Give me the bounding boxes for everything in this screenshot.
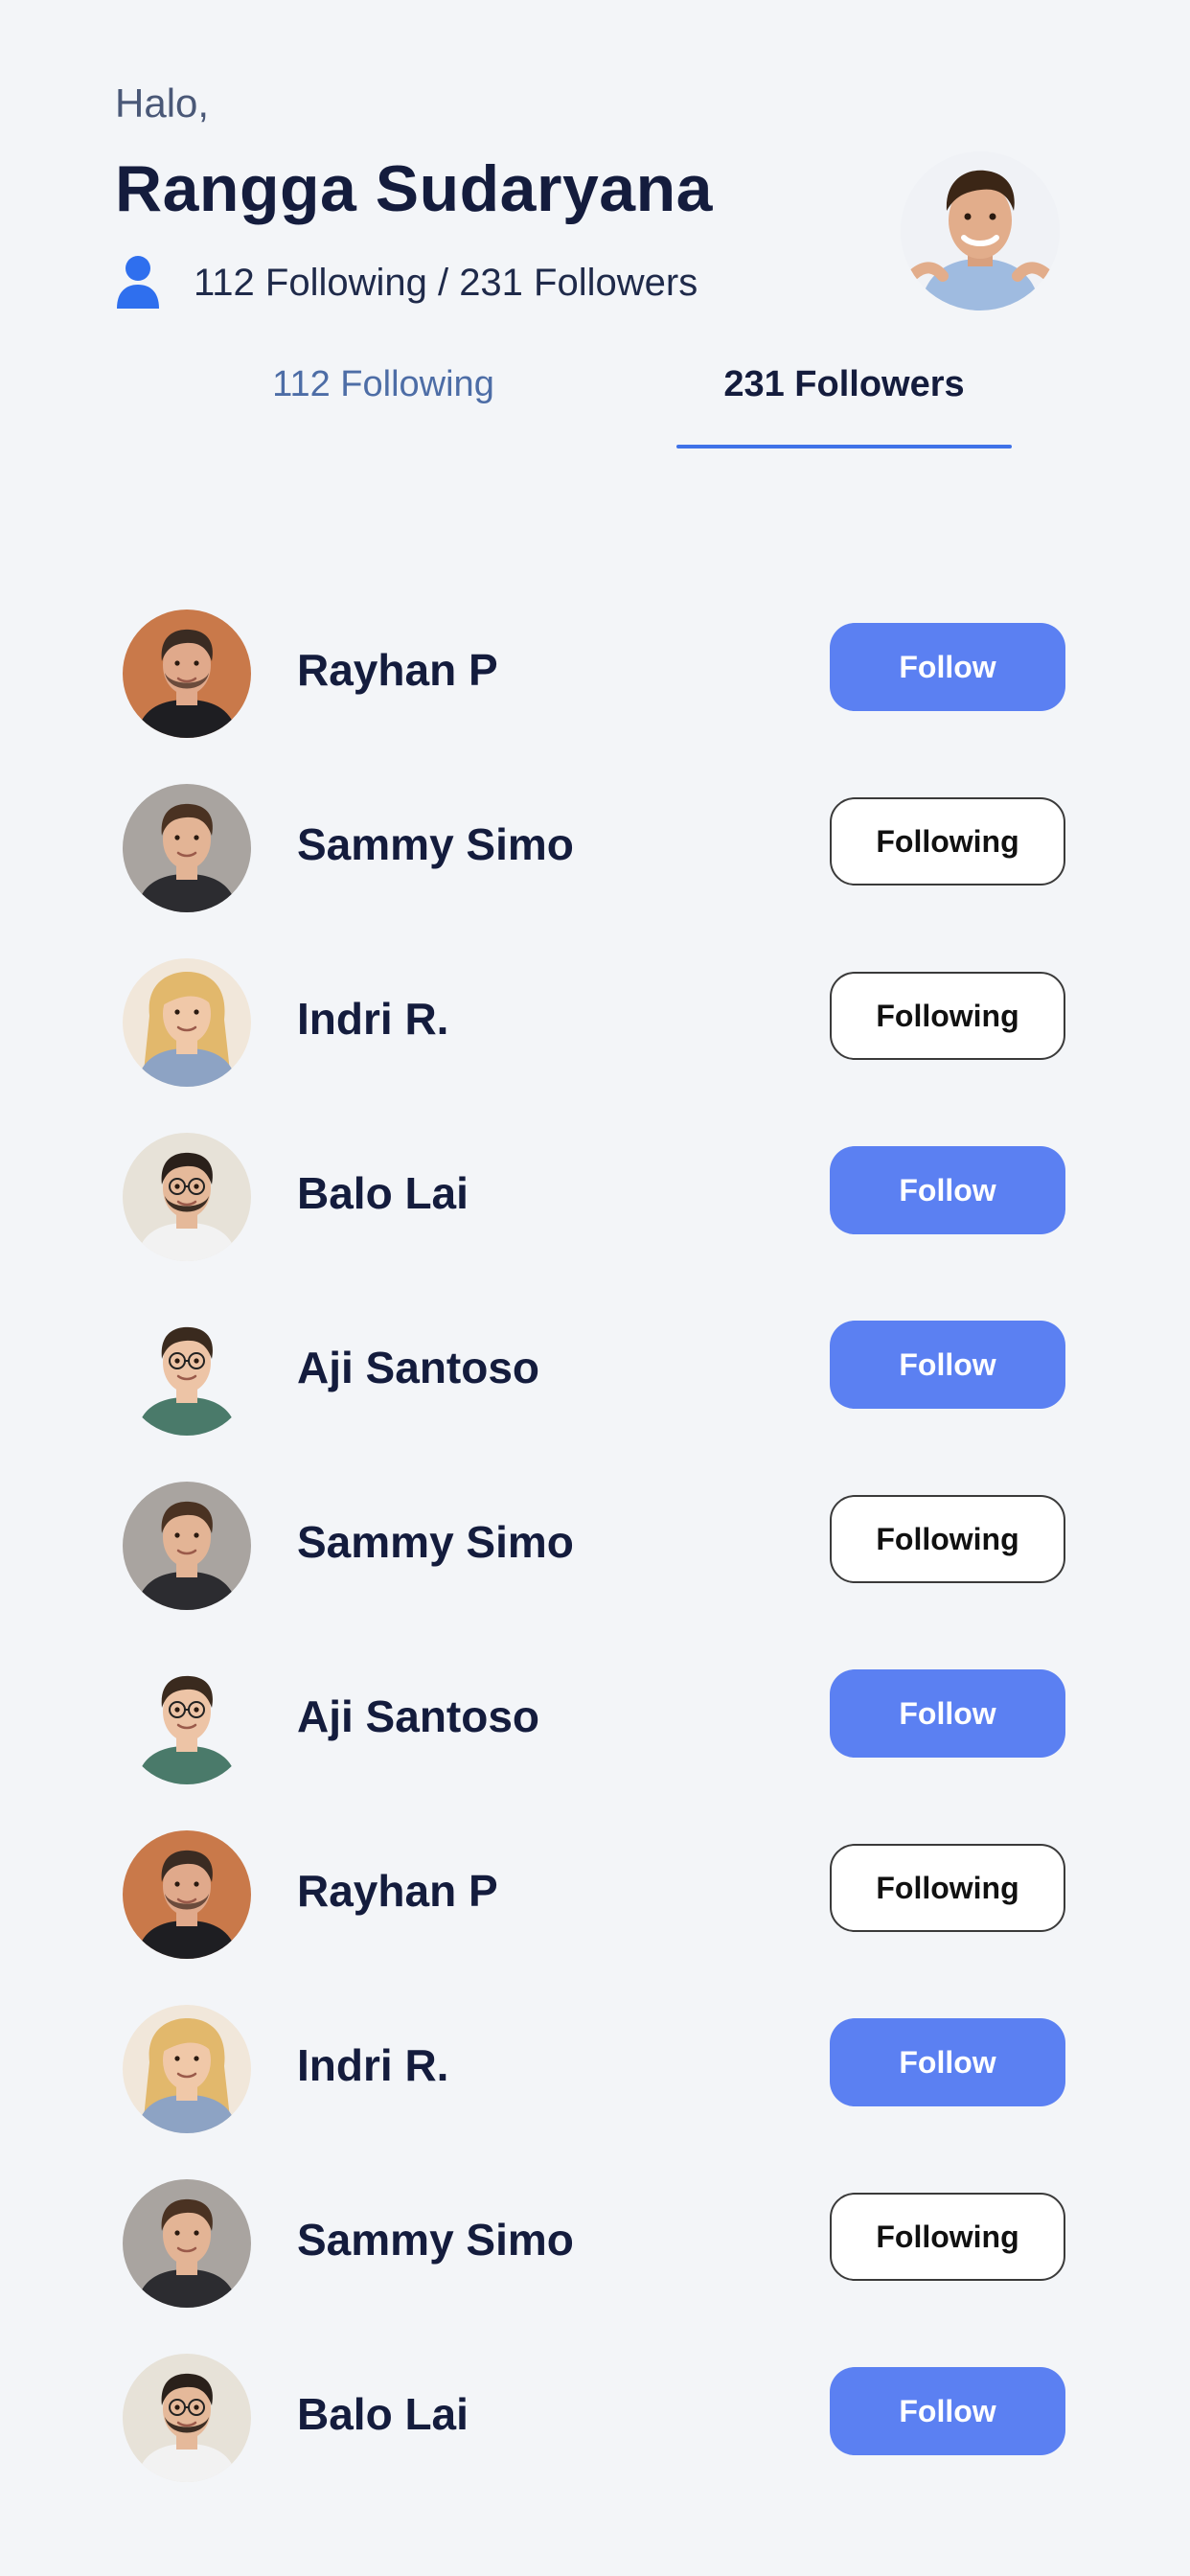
avatar[interactable]	[123, 1482, 251, 1610]
avatar[interactable]	[123, 1133, 251, 1261]
follow-button[interactable]: Follow	[830, 2367, 1065, 2455]
avatar[interactable]	[123, 958, 251, 1087]
follow-stats: 112 Following / 231 Followers	[115, 255, 698, 310]
followers-screen: Halo, Rangga Sudaryana 112 Following / 2…	[0, 0, 1190, 2576]
tab-followers[interactable]: 231 Followers	[676, 364, 1012, 450]
avatar[interactable]	[123, 2005, 251, 2133]
avatar[interactable]	[123, 610, 251, 738]
greeting-text: Halo,	[115, 80, 210, 126]
follow-stats-text: 112 Following / 231 Followers	[194, 261, 698, 304]
user-name-label: Rayhan P	[297, 1866, 498, 1916]
list-item: Indri R. Follow	[0, 1990, 1190, 2164]
list-item: Aji Santoso Follow	[0, 1292, 1190, 1466]
user-name-label: Balo Lai	[297, 2389, 469, 2439]
profile-photo	[901, 151, 1060, 310]
avatar[interactable]	[123, 2354, 251, 2482]
follow-button[interactable]: Follow	[830, 1669, 1065, 1758]
list-item: Sammy Simo Following	[0, 769, 1190, 943]
list-item: Rayhan P Following	[0, 1815, 1190, 1990]
active-tab-indicator	[676, 445, 1012, 448]
user-name-label: Indri R.	[297, 2040, 449, 2090]
user-name-label: Aji Santoso	[297, 1343, 540, 1392]
user-name-label: Sammy Simo	[297, 2215, 574, 2265]
tab-following[interactable]: 112 Following	[182, 364, 584, 450]
follow-button[interactable]: Follow	[830, 1146, 1065, 1234]
user-name-label: Sammy Simo	[297, 1517, 574, 1567]
profile-avatar[interactable]	[901, 151, 1060, 310]
follow-tabs: 112 Following 231 Followers	[182, 364, 1025, 450]
avatar[interactable]	[123, 1830, 251, 1959]
list-item: Sammy Simo Following	[0, 2164, 1190, 2338]
list-item: Indri R. Following	[0, 943, 1190, 1117]
user-name-label: Rayhan P	[297, 645, 498, 695]
list-item: Balo Lai Follow	[0, 2338, 1190, 2513]
following-button[interactable]: Following	[830, 1844, 1065, 1932]
user-name: Rangga Sudaryana	[115, 152, 713, 225]
user-icon	[117, 256, 159, 309]
list-item: Sammy Simo Following	[0, 1466, 1190, 1641]
follow-button[interactable]: Follow	[830, 2018, 1065, 2106]
avatar[interactable]	[123, 1307, 251, 1436]
list-item: Balo Lai Follow	[0, 1117, 1190, 1292]
follower-list: Rayhan P Follow Sammy Simo Following Indri R…	[0, 594, 1190, 2513]
avatar[interactable]	[123, 784, 251, 912]
list-item: Aji Santoso Follow	[0, 1641, 1190, 1815]
user-name-label: Balo Lai	[297, 1168, 469, 1218]
user-name-label: Aji Santoso	[297, 1691, 540, 1741]
user-name-label: Indri R.	[297, 994, 449, 1044]
following-button[interactable]: Following	[830, 972, 1065, 1060]
following-button[interactable]: Following	[830, 1495, 1065, 1583]
following-button[interactable]: Following	[830, 797, 1065, 886]
follow-button[interactable]: Follow	[830, 1321, 1065, 1409]
following-button[interactable]: Following	[830, 2193, 1065, 2281]
list-item: Rayhan P Follow	[0, 594, 1190, 769]
follow-button[interactable]: Follow	[830, 623, 1065, 711]
avatar[interactable]	[123, 1656, 251, 1784]
avatar[interactable]	[123, 2179, 251, 2308]
user-name-label: Sammy Simo	[297, 819, 574, 869]
